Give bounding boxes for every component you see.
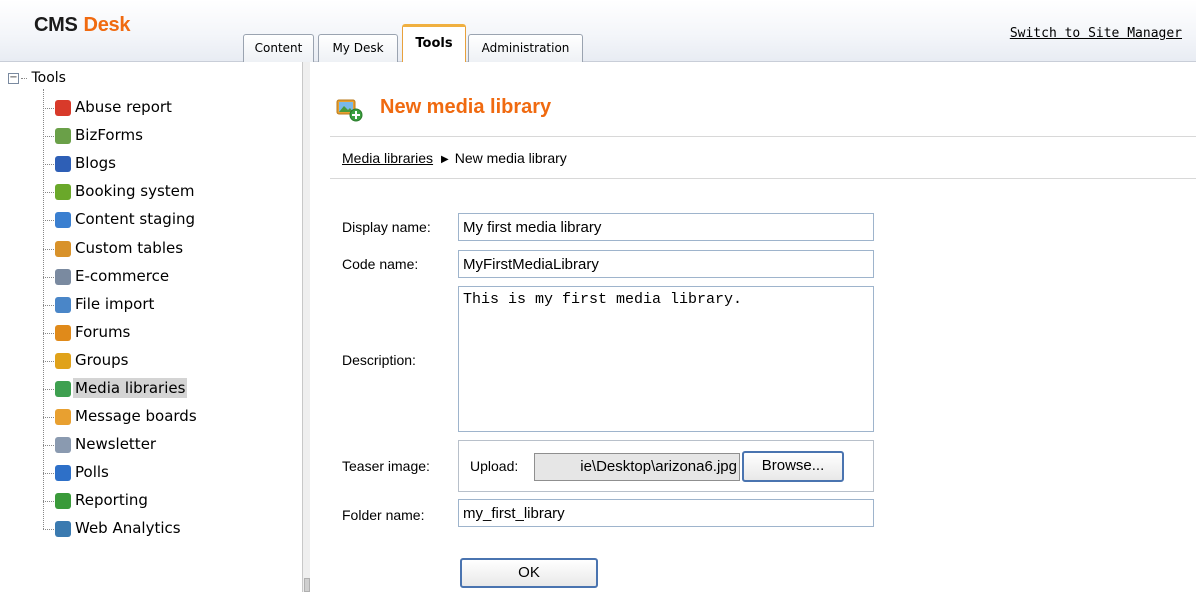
web-analytics-icon bbox=[55, 521, 71, 537]
tree-connector bbox=[21, 77, 27, 79]
tree-item-label: Groups bbox=[75, 351, 129, 369]
display-name-input[interactable] bbox=[458, 213, 874, 241]
description-textarea[interactable]: This is my first media library. bbox=[458, 286, 874, 432]
tree-item-label: Polls bbox=[75, 463, 109, 481]
tree-root-label: Tools bbox=[31, 70, 66, 86]
tree-item-label: Web Analytics bbox=[75, 519, 181, 537]
tree-connector bbox=[43, 417, 54, 418]
code-name-input[interactable] bbox=[458, 250, 874, 278]
tree-connector bbox=[43, 249, 54, 250]
collapse-icon[interactable]: − bbox=[8, 72, 19, 84]
groups-icon bbox=[55, 353, 71, 369]
tree-item-label: Booking system bbox=[75, 182, 195, 200]
breadcrumb: Media libraries ▶ New media library bbox=[342, 150, 567, 166]
tree-connector-line bbox=[43, 89, 44, 529]
tree-connector bbox=[43, 389, 54, 390]
breadcrumb-current: New media library bbox=[454, 150, 567, 166]
teaser-image-label: Teaser image: bbox=[342, 458, 430, 474]
tree-connector bbox=[43, 305, 54, 306]
tree-connector bbox=[43, 277, 54, 278]
tree-item-label: Custom tables bbox=[75, 239, 184, 257]
switch-to-site-manager-link[interactable]: Switch to Site Manager bbox=[1010, 26, 1182, 41]
tools-tree-panel bbox=[0, 62, 310, 592]
tree-scrollbar[interactable] bbox=[302, 62, 310, 592]
tree-connector bbox=[43, 108, 54, 109]
scrollbar-thumb[interactable] bbox=[304, 578, 310, 592]
media-library-add-icon bbox=[336, 99, 363, 122]
ok-button[interactable]: OK bbox=[460, 558, 598, 588]
tree-connector bbox=[43, 136, 54, 137]
file-path-input[interactable]: ie\Desktop\arizona6.jpg bbox=[534, 453, 740, 481]
tree-item-label: File import bbox=[75, 295, 155, 313]
ecommerce-icon bbox=[55, 269, 71, 285]
abuse-report-icon bbox=[55, 100, 71, 116]
folder-name-input[interactable] bbox=[458, 499, 874, 527]
tree-connector bbox=[43, 333, 54, 334]
breadcrumb-media-libraries-link[interactable]: Media libraries bbox=[342, 150, 433, 166]
display-name-label: Display name: bbox=[342, 219, 431, 235]
content-staging-icon bbox=[55, 212, 71, 228]
tab-administration[interactable]: Administration bbox=[468, 34, 583, 62]
tab-content[interactable]: Content bbox=[243, 34, 314, 62]
tree-item-label: Media libraries bbox=[73, 378, 188, 398]
tree-connector bbox=[43, 445, 54, 446]
tree-root-tools[interactable]: − Tools bbox=[8, 70, 66, 88]
forums-icon bbox=[55, 325, 71, 341]
tree-connector bbox=[43, 164, 54, 165]
tree-connector bbox=[43, 473, 54, 474]
tree-item-label: Abuse report bbox=[75, 98, 172, 116]
message-boards-icon bbox=[55, 409, 71, 425]
browse-button[interactable]: Browse... bbox=[742, 451, 844, 482]
upload-label: Upload: bbox=[470, 458, 519, 474]
tree-item-label: Forums bbox=[75, 323, 131, 341]
polls-icon bbox=[55, 465, 71, 481]
title-divider bbox=[330, 136, 1196, 137]
booking-system-icon bbox=[55, 184, 71, 200]
tab-tools[interactable]: Tools bbox=[402, 24, 466, 62]
reporting-icon bbox=[55, 493, 71, 509]
tree-connector bbox=[43, 529, 54, 530]
description-label: Description: bbox=[342, 352, 416, 368]
file-import-icon bbox=[55, 297, 71, 313]
app-header: CMS Desk Content My Desk Tools Administra… bbox=[0, 0, 1196, 62]
tree-item-label: E-commerce bbox=[75, 267, 170, 285]
tree-connector bbox=[43, 501, 54, 502]
blogs-icon bbox=[55, 156, 71, 172]
breadcrumb-divider bbox=[330, 178, 1196, 179]
tree-connector bbox=[43, 361, 54, 362]
tree-item-label: Newsletter bbox=[75, 435, 157, 453]
tree-connector bbox=[43, 192, 54, 193]
tree-connector bbox=[43, 220, 54, 221]
newsletter-icon bbox=[55, 437, 71, 453]
bizforms-icon bbox=[55, 128, 71, 144]
media-libraries-icon bbox=[55, 381, 71, 397]
tab-my-desk[interactable]: My Desk bbox=[318, 34, 398, 62]
logo-text-cms: CMS bbox=[34, 14, 78, 36]
tree-item-label: Blogs bbox=[75, 154, 116, 172]
logo: CMS Desk bbox=[34, 14, 130, 37]
folder-name-label: Folder name: bbox=[342, 507, 425, 523]
custom-tables-icon bbox=[55, 241, 71, 257]
breadcrumb-arrow-icon: ▶ bbox=[441, 154, 449, 165]
page-title: New media library bbox=[380, 96, 552, 118]
tree-item-label: Reporting bbox=[75, 491, 148, 509]
tree-item-label: Message boards bbox=[75, 407, 197, 425]
tree-item-label: BizForms bbox=[75, 126, 143, 144]
tree-item-label: Content staging bbox=[75, 210, 196, 228]
code-name-label: Code name: bbox=[342, 256, 419, 272]
logo-text-desk: Desk bbox=[83, 14, 131, 36]
